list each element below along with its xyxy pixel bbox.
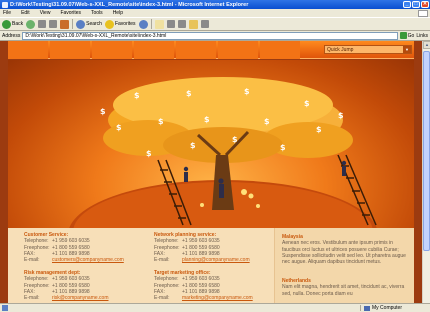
minimize-button[interactable]: _: [403, 1, 411, 8]
address-bar: Address D:\Work\Testing\31.09.07\Web-s-X…: [0, 31, 430, 41]
money-tree-illustration: $ $ $ $ $ $ $ $ $ $ $ $ $ $ $: [69, 77, 377, 228]
page-viewport: Quick Jump ▼ $ $ $ $ $ $ $ $ $ $ $ $ $ $…: [0, 41, 422, 303]
nav-item[interactable]: [8, 41, 48, 59]
contact-block-network-planning: Network planning service: Telephone: +1 9…: [154, 232, 250, 263]
go-arrow-icon: [399, 32, 407, 39]
edit-icon[interactable]: [177, 20, 186, 28]
refresh-icon[interactable]: [49, 20, 58, 28]
folder-icon[interactable]: [188, 19, 198, 29]
close-button[interactable]: ✕: [421, 1, 429, 8]
email-link[interactable]: marketing@companyname.com: [182, 295, 253, 301]
email-label: E-mail:: [24, 295, 40, 302]
svg-text:$: $: [316, 125, 322, 134]
menu-edit[interactable]: Edit: [21, 10, 30, 16]
toolbar: Back Search Favorites: [0, 17, 430, 31]
home-icon[interactable]: [60, 19, 70, 29]
zone-label: My Computer: [372, 305, 403, 311]
menu-file[interactable]: File: [3, 10, 11, 16]
nav-item[interactable]: [218, 41, 258, 59]
computer-icon: [364, 305, 370, 311]
website: Quick Jump ▼ $ $ $ $ $ $ $ $ $ $ $ $ $ $…: [8, 41, 414, 303]
windows-logo-icon: [418, 9, 428, 17]
email-link[interactable]: customers@companyname.com: [52, 257, 124, 263]
nav-item[interactable]: [92, 41, 132, 59]
toolbar-separator: [72, 19, 74, 29]
quick-jump-label: Quick Jump: [327, 46, 354, 53]
mail-icon[interactable]: [154, 19, 164, 29]
email-label: E-mail:: [154, 257, 170, 264]
title-bar: D:\Work\Testing\31.09.07\Web-s-XXL_Remot…: [0, 0, 430, 9]
nav-item[interactable]: [176, 41, 216, 59]
svg-text:$: $: [264, 117, 270, 126]
scroll-up-icon[interactable]: ▲: [423, 41, 430, 49]
go-label: Go: [407, 32, 415, 39]
ie-icon: [2, 1, 8, 8]
messenger-icon[interactable]: [200, 20, 209, 28]
email-label: E-mail:: [24, 257, 40, 264]
forward-button[interactable]: [26, 19, 36, 29]
svg-text:$: $: [232, 135, 238, 144]
news-item-malaysia: Malaysia Aenean nec eros. Vestibulum ant…: [282, 234, 410, 265]
status-bar: My Computer: [0, 303, 430, 312]
print-icon[interactable]: [166, 20, 175, 28]
menu-favorites[interactable]: Favorites: [60, 10, 81, 16]
menu-view[interactable]: View: [40, 10, 51, 16]
svg-text:$: $: [280, 143, 286, 152]
svg-text:$: $: [338, 111, 344, 120]
svg-text:$: $: [304, 99, 310, 108]
search-button[interactable]: Search: [76, 19, 102, 29]
security-zone: My Computer: [360, 305, 430, 311]
nav-item[interactable]: [134, 41, 174, 59]
page-status-icon: [2, 305, 8, 311]
back-label: Back: [12, 21, 24, 27]
search-icon: [76, 19, 86, 29]
email-link[interactable]: risk@companyname.com: [52, 295, 108, 301]
nav-item[interactable]: [260, 41, 300, 59]
search-label: Search: [86, 21, 102, 27]
hero-banner: $ $ $ $ $ $ $ $ $ $ $ $ $ $ $: [8, 60, 414, 228]
go-button[interactable]: Go: [399, 32, 415, 39]
svg-text:$: $: [204, 115, 210, 124]
maximize-button[interactable]: □: [412, 1, 420, 8]
forward-arrow-icon: [26, 19, 36, 29]
svg-text:$: $: [244, 87, 250, 96]
svg-text:$: $: [158, 117, 164, 126]
email-link[interactable]: planning@companyname.com: [182, 257, 250, 263]
vertical-scrollbar[interactable]: ▲: [422, 41, 430, 303]
news-item-netherlands: Netherlands Nam elit magna, hendrerit si…: [282, 278, 410, 297]
contact-block-target-marketing: Target marketing office: Telephone: +1 95…: [154, 270, 253, 301]
content-area: Customer Service: Telephone: +1 959 603 6…: [8, 228, 414, 303]
back-button[interactable]: Back: [2, 19, 24, 29]
svg-text:$: $: [190, 141, 196, 150]
menu-bar: File Edit View Favorites Tools Help: [0, 9, 430, 17]
contact-block-risk-management: Risk management dept: Telephone: +1 959 6…: [24, 270, 108, 301]
svg-text:$: $: [116, 123, 122, 132]
contact-block-customer-service: Customer Service: Telephone: +1 959 603 6…: [24, 232, 124, 263]
svg-text:$: $: [146, 149, 152, 158]
favorites-star-icon: [104, 19, 114, 29]
links-label[interactable]: Links: [416, 33, 428, 39]
toolbar-separator: [150, 19, 152, 29]
svg-text:$: $: [186, 89, 192, 98]
chevron-down-icon: ▼: [403, 46, 411, 53]
address-label: Address: [2, 32, 21, 39]
media-icon[interactable]: [138, 19, 148, 29]
news-text: Nam elit magna, hendrerit sit amet, tinc…: [282, 284, 405, 297]
news-text: Aenean nec eros. Vestibulum ante ipsum p…: [282, 240, 406, 266]
scrollbar-thumb[interactable]: [423, 51, 430, 251]
stop-icon[interactable]: [38, 20, 47, 28]
address-field[interactable]: D:\Work\Testing\31.09.07\Web-s-XXL_Remot…: [22, 31, 398, 40]
back-arrow-icon: [2, 19, 11, 29]
quick-jump-select[interactable]: Quick Jump ▼: [324, 45, 412, 54]
svg-text:$: $: [134, 91, 140, 100]
nav-item[interactable]: [50, 41, 90, 59]
window-title: D:\Work\Testing\31.09.07\Web-s-XXL_Remot…: [10, 1, 249, 8]
email-label: E-mail:: [154, 295, 170, 302]
favorites-button[interactable]: Favorites: [104, 19, 136, 29]
menu-tools[interactable]: Tools: [91, 10, 103, 16]
favorites-label: Favorites: [114, 21, 136, 27]
site-navigation: Quick Jump ▼: [8, 41, 414, 59]
menu-help[interactable]: Help: [113, 10, 123, 16]
svg-text:$: $: [100, 107, 106, 116]
